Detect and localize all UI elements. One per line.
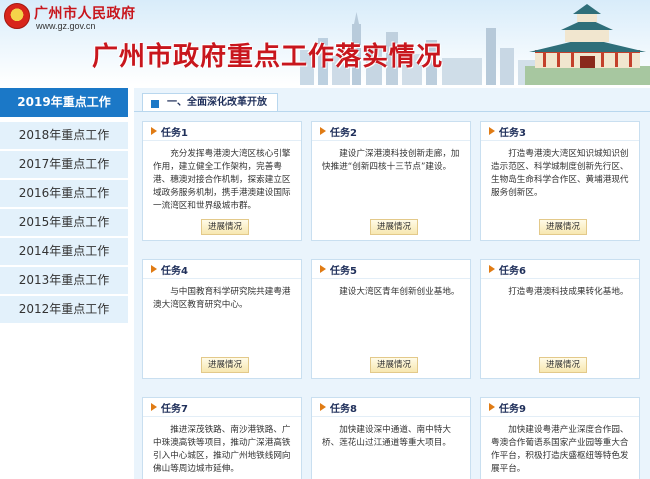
- sidebar-item-2012[interactable]: 2012年重点工作: [0, 296, 128, 323]
- arrow-marker-icon: [151, 403, 157, 411]
- task-card-header: 任务5: [312, 260, 470, 279]
- task-card-1: 任务1 充分发挥粤港澳大湾区核心引擎作用，建立健全工作架构，完善粤港、穗澳对接合…: [142, 121, 302, 241]
- task-label: 任务4: [161, 266, 188, 277]
- sidebar-item-2019[interactable]: 2019年重点工作: [0, 88, 128, 117]
- task-card-header: 任务2: [312, 122, 470, 141]
- task-card-3: 任务3 打造粤港澳大湾区知识城知识创造示范区、科学城制度创新先行区、生物岛生命科…: [480, 121, 640, 241]
- sidebar-item-2018[interactable]: 2018年重点工作: [0, 122, 128, 149]
- task-label: 任务3: [499, 128, 526, 139]
- logo-text[interactable]: 广州市人民政府: [34, 3, 136, 23]
- arrow-marker-icon: [320, 127, 326, 135]
- task-card-header: 任务3: [481, 122, 639, 141]
- task-description: 建设大湾区青年创新创业基地。: [339, 287, 460, 297]
- task-description: 推进深茂铁路、南沙港铁路、广中珠澳高铁等项目，推动广深港高铁引入中心城区，推动广…: [153, 425, 291, 474]
- task-label: 任务8: [330, 404, 357, 415]
- task-description: 打造粤港澳科技成果转化基地。: [508, 287, 629, 297]
- task-description: 加快建设粤港产业深度合作园、粤澳合作葡语系国家产业园等重大合作平台，积极打造庆盛…: [491, 425, 629, 474]
- arrow-marker-icon: [151, 127, 157, 135]
- sun-yat-sen-memorial-hall-graphic: [525, 4, 650, 85]
- sidebar-item-2014[interactable]: 2014年重点工作: [0, 238, 128, 265]
- task-card-header: 任务9: [481, 398, 639, 417]
- progress-button[interactable]: 进展情况: [370, 357, 418, 373]
- arrow-marker-icon: [489, 127, 495, 135]
- task-card-6: 任务6 打造粤港澳科技成果转化基地。 进展情况: [480, 259, 640, 379]
- task-card-header: 任务8: [312, 398, 470, 417]
- page-title: 广州市政府重点工作落实情况: [92, 42, 444, 72]
- progress-button[interactable]: 进展情况: [201, 219, 249, 235]
- progress-button[interactable]: 进展情况: [370, 219, 418, 235]
- arrow-marker-icon: [489, 265, 495, 273]
- sidebar-item-2017[interactable]: 2017年重点工作: [0, 151, 128, 178]
- progress-button[interactable]: 进展情况: [539, 219, 587, 235]
- task-label: 任务9: [499, 404, 526, 415]
- section-title: 一、全面深化改革开放: [167, 97, 267, 108]
- sidebar-nav: 2019年重点工作 2018年重点工作 2017年重点工作 2016年重点工作 …: [0, 88, 128, 325]
- sidebar-item-2015[interactable]: 2015年重点工作: [0, 209, 128, 236]
- task-card-header: 任务7: [143, 398, 301, 417]
- progress-button[interactable]: 进展情况: [201, 357, 249, 373]
- task-label: 任务6: [499, 266, 526, 277]
- task-card-5: 任务5 建设大湾区青年创新创业基地。 进展情况: [311, 259, 471, 379]
- section-bullet-icon: [151, 100, 159, 108]
- task-card-header: 任务1: [143, 122, 301, 141]
- task-description: 加快建设深中通道、南中特大桥、莲花山过江通道等重大项目。: [322, 425, 451, 448]
- task-card-header: 任务6: [481, 260, 639, 279]
- task-description: 建设广深港澳科技创新走廊，加快推进“创新四核十三节点”建设。: [322, 149, 460, 172]
- sidebar-item-2016[interactable]: 2016年重点工作: [0, 180, 128, 207]
- task-card-4: 任务4 与中国教育科学研究院共建粤港澳大湾区教育研究中心。 进展情况: [142, 259, 302, 379]
- logo-url[interactable]: www.gz.gov.cn: [36, 21, 95, 31]
- task-label: 任务2: [330, 128, 357, 139]
- task-card-header: 任务4: [143, 260, 301, 279]
- arrow-marker-icon: [489, 403, 495, 411]
- task-description: 打造粤港澳大湾区知识城知识创造示范区、科学城制度创新先行区、生物岛生命科学合作区…: [491, 149, 629, 198]
- arrow-marker-icon: [151, 265, 157, 273]
- section-tab[interactable]: 一、全面深化改革开放: [142, 93, 278, 112]
- task-card-7: 任务7 推进深茂铁路、南沙港铁路、广中珠澳高铁等项目，推动广深港高铁引入中心城区…: [142, 397, 302, 479]
- section-divider: [134, 111, 650, 112]
- task-description: 充分发挥粤港澳大湾区核心引擎作用，建立健全工作架构，完善粤港、穗澳对接合作机制，…: [153, 149, 291, 211]
- task-label: 任务1: [161, 128, 188, 139]
- government-emblem-icon[interactable]: [4, 3, 30, 29]
- arrow-marker-icon: [320, 265, 326, 273]
- task-card-2: 任务2 建设广深港澳科技创新走廊，加快推进“创新四核十三节点”建设。 进展情况: [311, 121, 471, 241]
- task-label: 任务7: [161, 404, 188, 415]
- task-description: 与中国教育科学研究院共建粤港澳大湾区教育研究中心。: [153, 287, 291, 310]
- progress-button[interactable]: 进展情况: [539, 357, 587, 373]
- header-banner: 广州市人民政府 www.gz.gov.cn 广州市政府重点工作落实情况: [0, 0, 650, 85]
- task-card-9: 任务9 加快建设粤港产业深度合作园、粤澳合作葡语系国家产业园等重大合作平台，积极…: [480, 397, 640, 479]
- content-panel: 一、全面深化改革开放 任务1 充分发挥粤港澳大湾区核心引擎作用，建立健全工作架构…: [134, 88, 650, 479]
- task-card-8: 任务8 加快建设深中通道、南中特大桥、莲花山过江通道等重大项目。: [311, 397, 471, 479]
- sidebar-item-2013[interactable]: 2013年重点工作: [0, 267, 128, 294]
- task-label: 任务5: [330, 266, 357, 277]
- arrow-marker-icon: [320, 403, 326, 411]
